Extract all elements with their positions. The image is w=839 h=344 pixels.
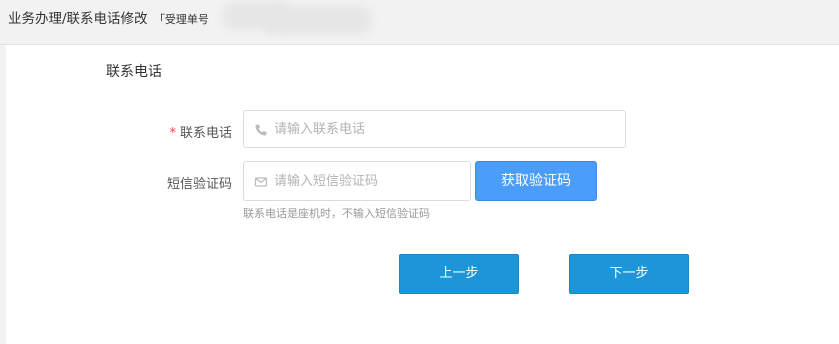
ticket-number-label: 「受理单号 [153,13,209,26]
sms-code-label: 短信验证码 [166,177,232,192]
section-title: 联系电话 [106,64,162,80]
mail-icon [254,177,268,187]
phone-field[interactable] [243,110,626,148]
phone-label-text: 联系电话 [179,126,232,141]
form-panel: 联系电话 *联系电话 短信验证码 获取验证码 联系电话是座机时，不输入短信验证码… [6,45,839,344]
prev-step-button[interactable]: 上一步 [399,254,519,294]
breadcrumb-path: 业务办理/联系电话修改 [8,11,148,27]
sms-code-field[interactable] [243,161,471,201]
phone-label: * 联系电话 [156,122,232,141]
get-code-button[interactable]: 获取验证码 [475,161,597,201]
redacted-blur [262,6,372,34]
phone-icon [255,124,267,136]
required-mark: * [169,126,176,141]
sms-hint-text: 联系电话是座机时，不输入短信验证码 [243,207,430,220]
sms-code-input[interactable] [274,162,464,200]
next-step-button[interactable]: 下一步 [569,254,689,294]
top-bar: 业务办理/联系电话修改 「受理单号 [0,0,839,45]
breadcrumb: 业务办理/联系电话修改 「受理单号 [8,7,209,27]
phone-input[interactable] [274,111,614,147]
